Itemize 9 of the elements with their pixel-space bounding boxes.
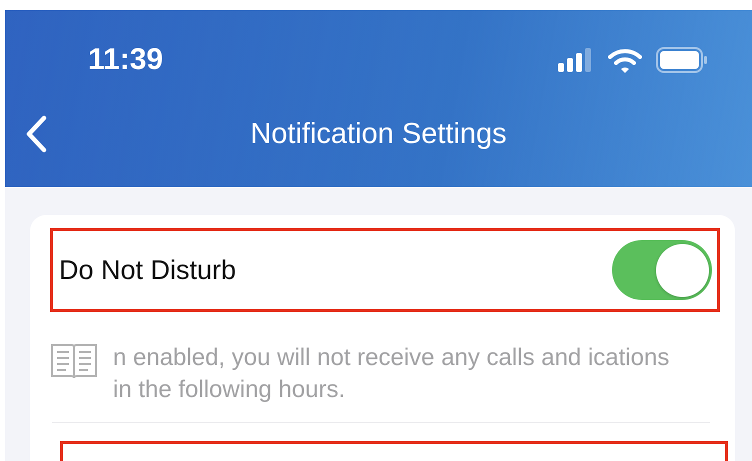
wifi-icon bbox=[608, 48, 642, 72]
book-icon bbox=[50, 342, 98, 380]
note-text: n enabled, you will not receive any calls and ications in the following hours. bbox=[113, 343, 670, 405]
back-chevron-icon bbox=[25, 114, 47, 152]
page-title: Notification Settings bbox=[250, 118, 507, 151]
battery-icon bbox=[656, 47, 708, 73]
status-time: 11:39 bbox=[88, 43, 164, 77]
signal-icon bbox=[558, 48, 594, 72]
setting-label: Do Not Disturb bbox=[59, 254, 236, 286]
